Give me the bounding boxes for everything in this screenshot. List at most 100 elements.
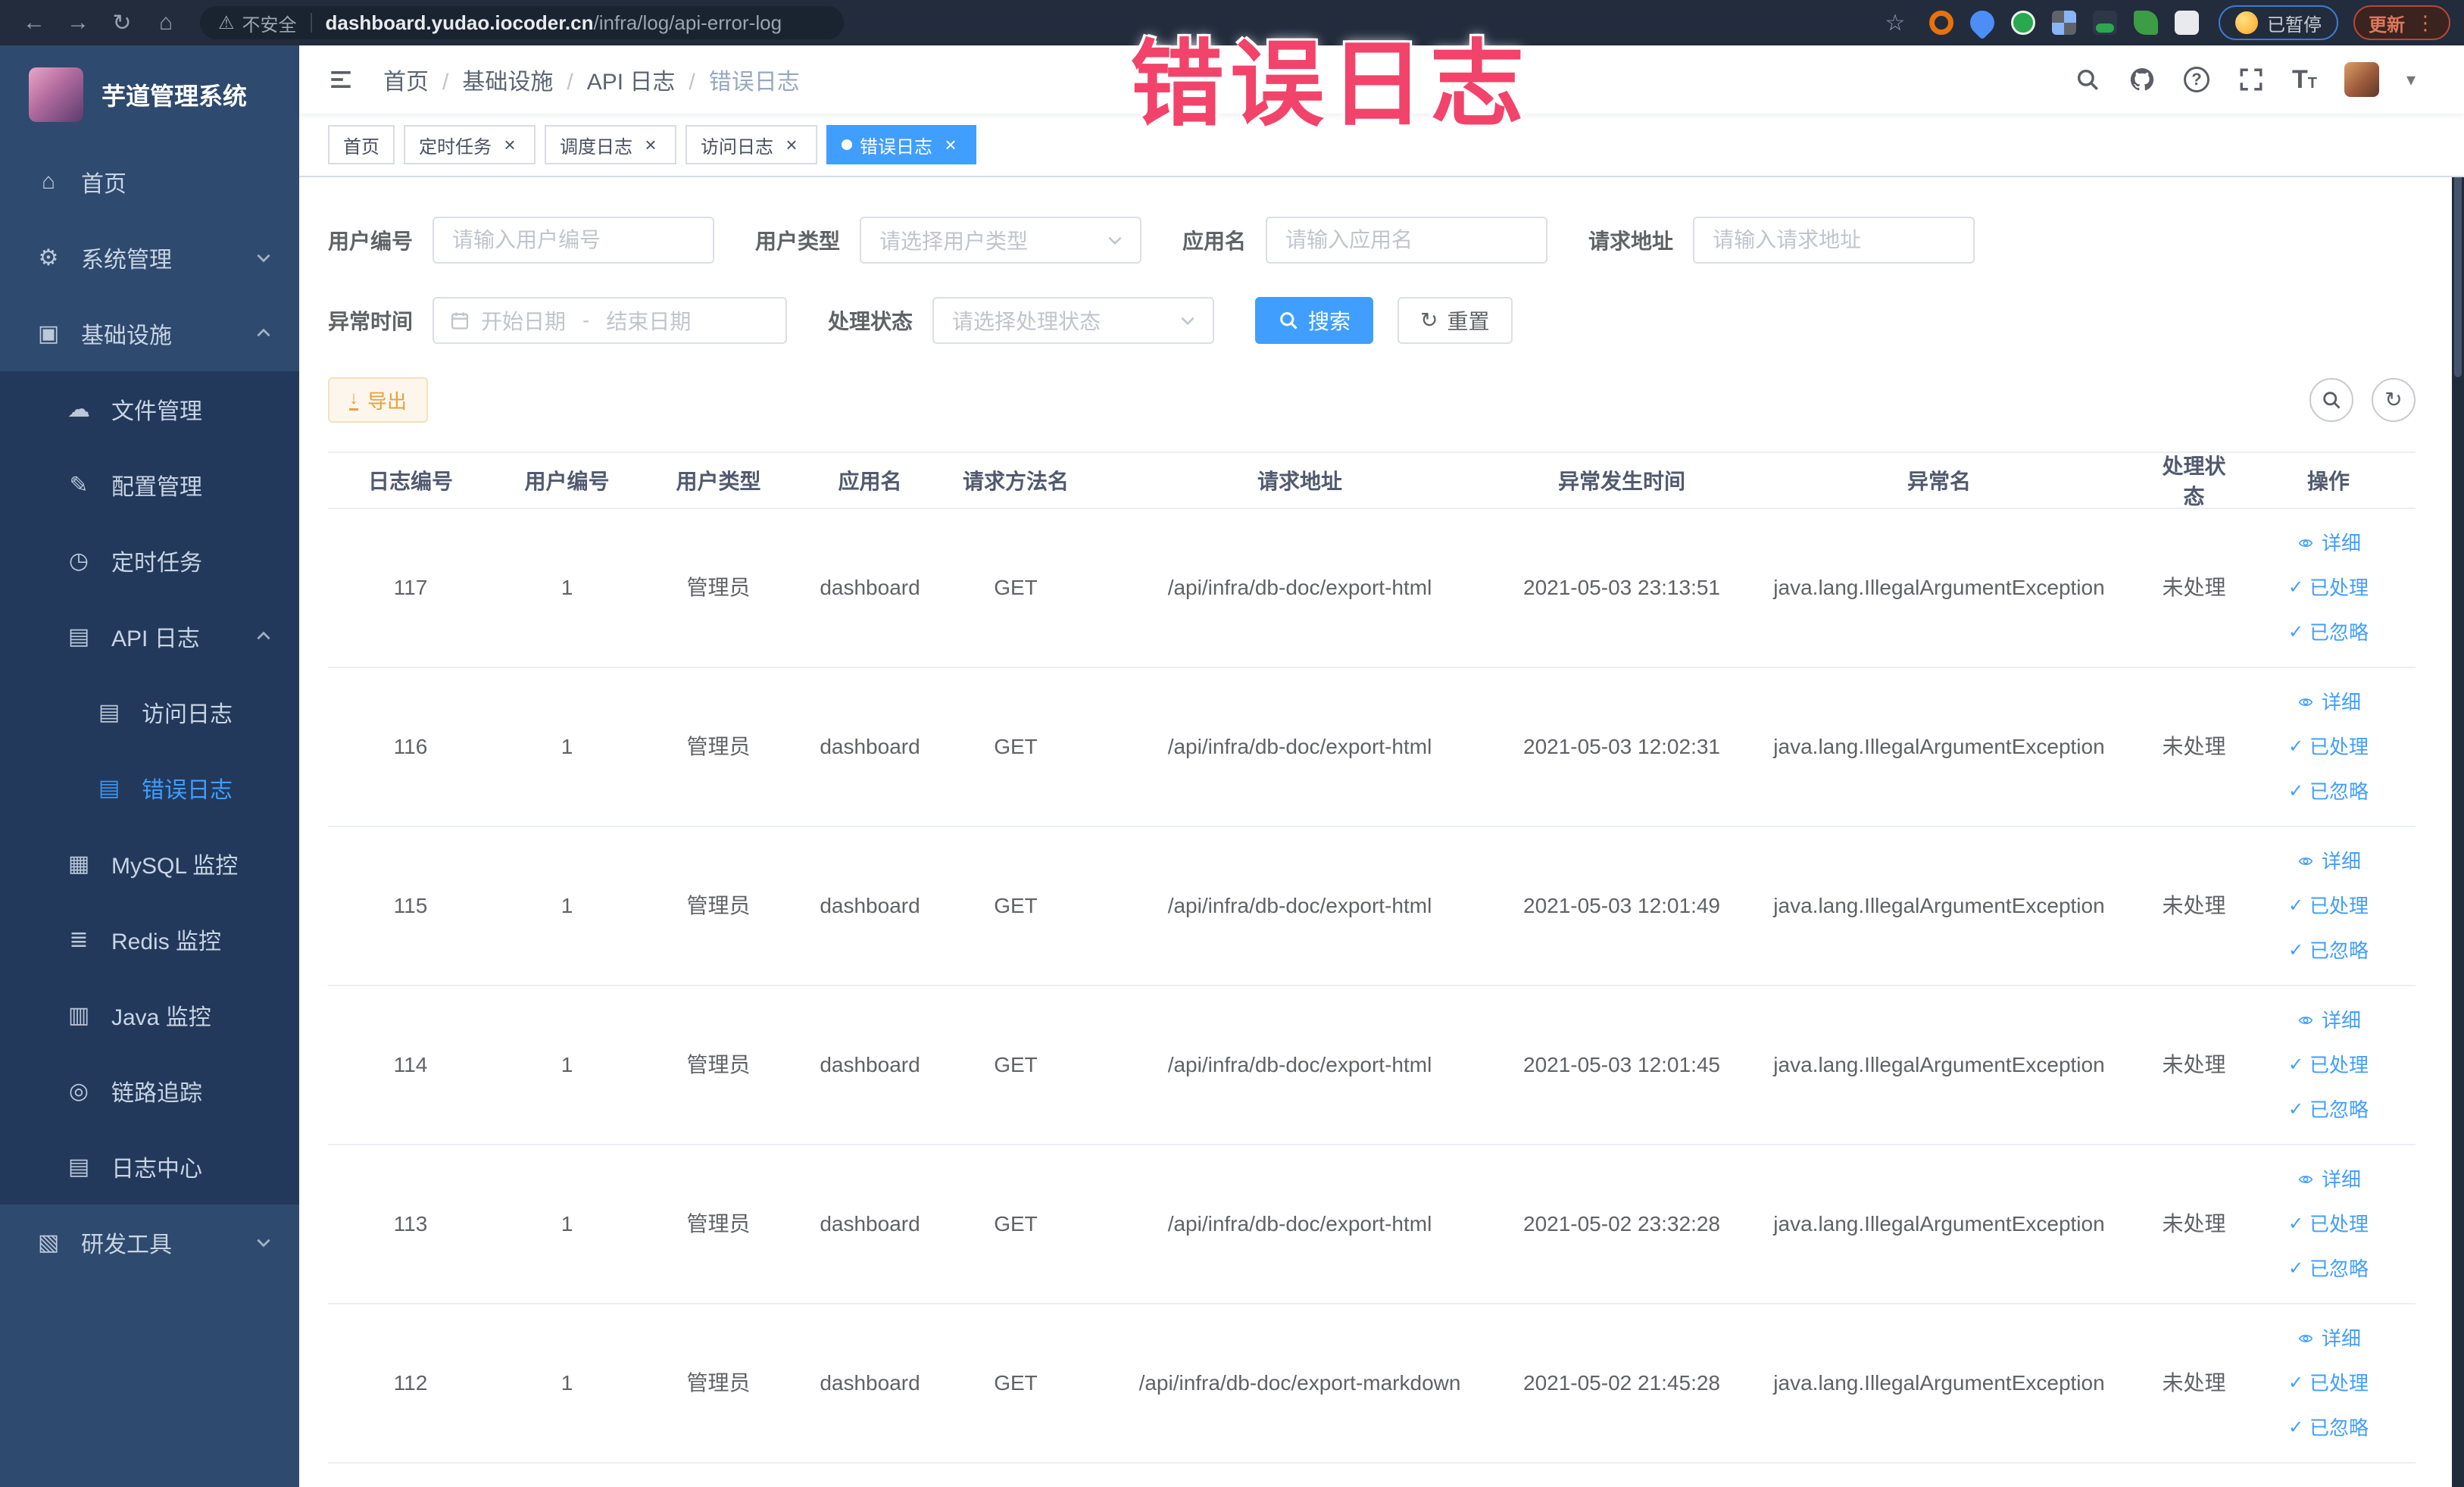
tab-close-icon[interactable]: × — [940, 134, 961, 155]
mark-processed-link[interactable]: ✓ 已处理 — [2288, 573, 2369, 603]
extension-icon[interactable] — [1965, 5, 2000, 40]
extension-icon[interactable] — [2093, 11, 2117, 35]
mark-processed-link[interactable]: ✓ 已处理 — [2288, 1051, 2369, 1080]
sidebar-item[interactable]: ▤ 错误日志 — [0, 750, 299, 826]
export-button[interactable]: ↓ 导出 — [328, 377, 429, 423]
sidebar-item-label: 研发工具 — [81, 1232, 172, 1257]
search-icon[interactable] — [2074, 66, 2101, 93]
fullscreen-icon[interactable] — [2238, 66, 2265, 93]
home-icon[interactable]: ⌂ — [148, 10, 183, 36]
mark-ignored-link[interactable]: ✓ 已忽略 — [2288, 1095, 2369, 1125]
tab-label: 错误日志 — [860, 136, 932, 158]
sidebar-item[interactable]: ▤ API 日志 — [0, 598, 299, 674]
detail-link[interactable]: 详细 — [2296, 688, 2361, 717]
tab-close-icon[interactable]: × — [640, 134, 661, 155]
cell-exception-name: java.lang.IllegalArgumentException — [1773, 1371, 2105, 1395]
date-range-picker[interactable]: 开始日期 - 结束日期 — [433, 297, 788, 344]
extension-icon[interactable] — [2134, 11, 2158, 35]
hamburger-icon[interactable] — [326, 67, 356, 92]
sidebar-item[interactable]: ⚙ 系统管理 — [0, 220, 299, 295]
sidebar-logo[interactable]: 芋道管理系统 — [0, 45, 299, 144]
field-label: 应用名 — [1182, 230, 1247, 253]
sidebar-item[interactable]: ▥ Java 监控 — [0, 977, 299, 1053]
check-icon: ✓ — [2288, 1373, 2304, 1393]
tab-close-icon[interactable]: × — [781, 134, 802, 155]
detail-link[interactable]: 详细 — [2296, 1006, 2361, 1036]
user-type-select[interactable]: 请选择用户类型 — [860, 217, 1142, 264]
refresh-table-button[interactable]: ↻ — [2372, 378, 2416, 422]
tab-close-icon[interactable]: × — [499, 134, 520, 155]
processed-label: 已处理 — [2309, 1212, 2369, 1236]
back-icon[interactable]: ← — [17, 10, 52, 36]
browser-menu-icon[interactable]: ⋮ — [2416, 11, 2435, 35]
profile-emoji-avatar — [2235, 11, 2258, 34]
mark-processed-link[interactable]: ✓ 已处理 — [2288, 1369, 2369, 1398]
detail-label: 详细 — [2321, 531, 2361, 555]
mark-processed-link[interactable]: ✓ 已处理 — [2288, 1210, 2369, 1239]
reload-icon[interactable]: ↻ — [105, 10, 139, 36]
toggle-search-button[interactable] — [2309, 378, 2353, 422]
field-label: 异常时间 — [328, 310, 414, 333]
detail-link[interactable]: 详细 — [2296, 1324, 2361, 1354]
mark-ignored-link[interactable]: ✓ 已忽略 — [2288, 777, 2369, 807]
address-bar[interactable]: ⚠ 不安全 dashboard.yudao.iocoder.cn /infra/… — [200, 6, 844, 39]
search-button[interactable]: 搜索 — [1255, 297, 1374, 344]
user-id-input[interactable] — [433, 217, 715, 264]
reset-button[interactable]: ↻ 重置 — [1398, 297, 1513, 344]
extension-icon[interactable] — [2052, 11, 2076, 35]
cell-method: GET — [994, 894, 1038, 917]
extension-icon[interactable] — [2011, 11, 2035, 35]
tab[interactable]: 错误日志 × — [826, 125, 976, 164]
cell-exception-name: java.lang.IllegalArgumentException — [1773, 1212, 2105, 1236]
sidebar-item[interactable]: ≣ Redis 监控 — [0, 901, 299, 977]
bookmark-star-icon[interactable]: ☆ — [1878, 10, 1913, 36]
mark-ignored-link[interactable]: ✓ 已忽略 — [2288, 1414, 2369, 1443]
error-log-table: 日志编号 用户编号 用户类型 应用名 请求方法名 请求地址 异常发生时间 异常名 处理状态 操作 … — [328, 451, 2416, 1464]
sidebar-item[interactable]: ▤ 日志中心 — [0, 1129, 299, 1204]
tab[interactable]: 首页 × — [328, 125, 395, 164]
sidebar-item-label: 错误日志 — [142, 778, 233, 803]
refresh-icon: ↻ — [1420, 308, 1438, 332]
breadcrumb-item[interactable]: API 日志 — [587, 63, 709, 96]
sidebar-item[interactable]: ◷ 定时任务 — [0, 523, 299, 598]
sidebar-item[interactable]: ▣ 基础设施 — [0, 295, 299, 371]
sidebar-item[interactable]: ▤ 访问日志 — [0, 674, 299, 750]
avatar-dropdown-icon[interactable]: ▾ — [2406, 69, 2416, 91]
tab[interactable]: 定时任务 × — [404, 125, 536, 164]
help-icon[interactable]: ? — [2183, 66, 2210, 93]
breadcrumb-item[interactable]: 首页 — [383, 63, 462, 96]
detail-link[interactable]: 详细 — [2296, 529, 2361, 558]
mark-processed-link[interactable]: ✓ 已处理 — [2288, 733, 2369, 762]
app-name-input[interactable] — [1266, 217, 1548, 264]
mark-ignored-link[interactable]: ✓ 已忽略 — [2288, 618, 2369, 648]
github-icon[interactable] — [2128, 66, 2156, 93]
detail-link[interactable]: 详细 — [2296, 847, 2361, 876]
user-avatar[interactable] — [2344, 62, 2379, 97]
mark-ignored-link[interactable]: ✓ 已忽略 — [2288, 1254, 2369, 1284]
breadcrumb-item[interactable]: 错误日志 — [709, 63, 800, 96]
sidebar-item[interactable]: ✎ 配置管理 — [0, 447, 299, 523]
request-url-input[interactable] — [1693, 217, 1975, 264]
sidebar-item[interactable]: ▦ MySQL 监控 — [0, 826, 299, 901]
mark-ignored-link[interactable]: ✓ 已忽略 — [2288, 936, 2369, 966]
breadcrumb-item[interactable]: 基础设施 — [462, 63, 586, 96]
page-scrollbar[interactable] — [2452, 45, 2464, 1487]
sidebar-item[interactable]: ▧ 研发工具 — [0, 1204, 299, 1280]
extension-icon[interactable] — [1929, 11, 1953, 35]
tab[interactable]: 访问日志 × — [685, 125, 817, 164]
detail-link[interactable]: 详细 — [2296, 1165, 2361, 1195]
mark-processed-link[interactable]: ✓ 已处理 — [2288, 892, 2369, 921]
sidebar-item[interactable]: ☁ 文件管理 — [0, 371, 299, 447]
sidebar-item[interactable]: ◎ 链路追踪 — [0, 1053, 299, 1129]
cell-actions: 详细 ✓ 已处理 ✓ 已忽略 — [2241, 529, 2416, 648]
extensions-puzzle-icon[interactable] — [2175, 11, 2199, 35]
top-navbar: 首页基础设施API 日志错误日志 ? TT ▾ — [299, 45, 2464, 114]
profile-paused-badge[interactable]: 已暂停 — [2219, 5, 2338, 40]
process-status-select[interactable]: 请选择处理状态 — [932, 297, 1215, 344]
filter-user-type: 用户类型 请选择用户类型 — [755, 217, 1142, 264]
font-size-icon[interactable]: TT — [2292, 65, 2317, 95]
browser-update-button[interactable]: 更新 ⋮ — [2353, 5, 2450, 40]
forward-icon[interactable]: → — [61, 10, 95, 36]
sidebar-item[interactable]: ⌂ 首页 — [0, 144, 299, 220]
tab[interactable]: 调度日志 × — [545, 125, 676, 164]
